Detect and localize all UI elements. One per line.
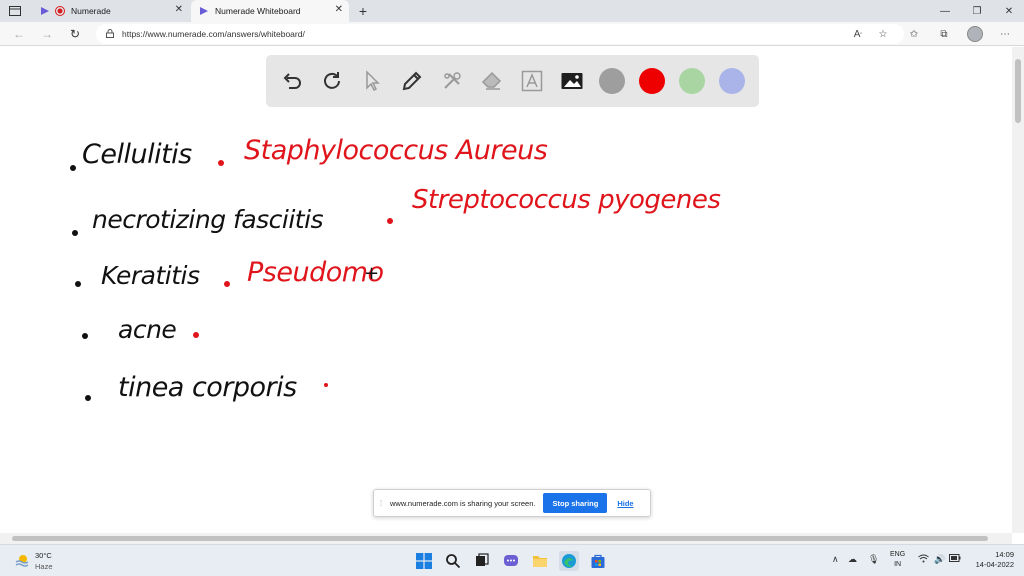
system-clock[interactable]: 14:09 14-04-2022 <box>956 550 1014 570</box>
address-bar[interactable]: https://www.numerade.com/answers/whitebo… <box>96 24 904 44</box>
more-options-icon[interactable]: ⋯ <box>997 26 1013 42</box>
refresh-button[interactable]: ↻ <box>66 25 84 43</box>
tab-numerade[interactable]: Numerade ✕ <box>32 0 189 22</box>
clock-date: 14-04-2022 <box>975 560 1014 569</box>
lock-icon <box>106 28 114 40</box>
color-swatch-gray[interactable] <box>599 68 625 94</box>
bullet-dot <box>387 218 393 224</box>
row-answer: Streptococcus pyogenes <box>412 185 721 215</box>
windows-start-icon[interactable] <box>414 551 434 571</box>
redo-icon[interactable] <box>319 68 345 94</box>
screen-share-bar: ⁞ www.numerade.com is sharing your scree… <box>373 489 651 517</box>
tab-label: Numerade Whiteboard <box>215 6 301 16</box>
row-term: Cellulitis <box>82 139 192 170</box>
text-icon[interactable] <box>519 68 545 94</box>
weather-temperature: 30°C <box>35 551 52 560</box>
crosshair-cursor-icon: + <box>364 263 379 284</box>
tab-label: Numerade <box>71 6 111 16</box>
browser-tab-bar: Numerade ✕ Numerade Whiteboard ✕ + — ❐ ✕ <box>0 0 1024 22</box>
row-term: tinea corporis <box>118 372 297 403</box>
tab-numerade-whiteboard[interactable]: Numerade Whiteboard ✕ <box>191 0 349 22</box>
back-button[interactable]: ← <box>10 25 28 43</box>
color-swatch-red[interactable] <box>639 68 665 94</box>
pen-icon[interactable] <box>399 68 425 94</box>
search-icon[interactable] <box>443 551 463 571</box>
drag-handle-icon[interactable]: ⁞ <box>374 499 388 508</box>
bullet-dot <box>82 333 88 339</box>
minimize-button[interactable]: — <box>928 0 962 22</box>
language-region: IN <box>894 561 902 568</box>
row-term: acne <box>118 315 177 344</box>
maximize-button[interactable]: ❐ <box>960 0 994 22</box>
vertical-scrollbar[interactable] <box>1012 47 1024 533</box>
language-indicator[interactable]: ENG IN <box>890 550 905 570</box>
recording-icon <box>55 6 65 16</box>
scroll-thumb[interactable] <box>1015 59 1021 123</box>
tools-icon[interactable] <box>439 68 465 94</box>
chat-icon[interactable] <box>501 551 521 571</box>
chevron-up-icon[interactable]: ∧ <box>832 554 839 565</box>
address-bar-row: ← → ↻ https://www.numerade.com/answers/w… <box>0 22 1024 46</box>
bullet-dot <box>75 281 81 287</box>
bullet-dot <box>70 165 76 171</box>
read-aloud-icon[interactable]: Aⁿ <box>850 26 866 42</box>
bullet-dot <box>224 281 230 287</box>
tab-actions-icon[interactable] <box>0 0 30 22</box>
microphone-icon[interactable]: 🎙 <box>868 554 879 565</box>
volume-icon[interactable]: 🔊 <box>934 554 945 565</box>
whiteboard-canvas[interactable]: Cellulitis Staphylococcus Aureus necroti… <box>0 47 1012 533</box>
scroll-thumb[interactable] <box>12 536 988 541</box>
edge-browser-icon[interactable] <box>559 551 579 571</box>
bullet-dot <box>72 230 78 236</box>
collections-icon[interactable]: ⧉ <box>936 26 952 42</box>
weather-haze-icon[interactable] <box>14 552 30 568</box>
task-view-icon[interactable] <box>472 551 492 571</box>
close-window-button[interactable]: ✕ <box>992 0 1024 22</box>
store-icon[interactable] <box>588 551 608 571</box>
bullet-dot <box>85 395 91 401</box>
horizontal-scrollbar[interactable] <box>0 533 1012 544</box>
wifi-icon[interactable] <box>918 554 929 565</box>
file-explorer-icon[interactable] <box>530 551 550 571</box>
color-swatch-green[interactable] <box>679 68 705 94</box>
cloud-icon[interactable]: ☁ <box>848 554 857 565</box>
whiteboard-toolbar <box>266 55 759 107</box>
close-tab-icon[interactable]: ✕ <box>175 4 183 15</box>
undo-icon[interactable] <box>279 68 305 94</box>
add-favorite-icon[interactable]: ☆ <box>875 26 891 42</box>
taskbar: 30°C Haze ∧ ☁ 🎙 ENG IN 🔊 14:09 14-04-202… <box>0 544 1024 576</box>
eraser-icon[interactable] <box>479 68 505 94</box>
profile-avatar[interactable] <box>967 26 983 42</box>
color-swatch-blue[interactable] <box>719 68 745 94</box>
numerade-logo-icon <box>41 7 49 15</box>
clock-time: 14:09 <box>995 550 1014 559</box>
weather-condition: Haze <box>35 562 53 571</box>
hide-button[interactable]: Hide <box>617 499 633 508</box>
favorites-icon[interactable]: ✩ <box>906 26 922 42</box>
row-term: Keratitis <box>101 261 200 290</box>
row-term: necrotizing fasciitis <box>92 205 324 234</box>
close-tab-icon[interactable]: ✕ <box>335 4 343 15</box>
pointer-icon[interactable] <box>359 68 385 94</box>
language-code: ENG <box>890 551 906 558</box>
share-message: www.numerade.com is sharing your screen. <box>390 498 536 508</box>
new-tab-button[interactable]: + <box>352 0 374 22</box>
stop-sharing-button[interactable]: Stop sharing <box>543 493 608 513</box>
bullet-dot <box>218 160 224 166</box>
numerade-logo-icon <box>200 7 208 15</box>
image-icon[interactable] <box>559 68 585 94</box>
url-text: https://www.numerade.com/answers/whitebo… <box>122 29 305 39</box>
bullet-dot <box>324 383 328 387</box>
bullet-dot <box>193 332 199 338</box>
forward-button[interactable]: → <box>38 25 56 43</box>
row-answer: Staphylococcus Aureus <box>244 135 548 166</box>
